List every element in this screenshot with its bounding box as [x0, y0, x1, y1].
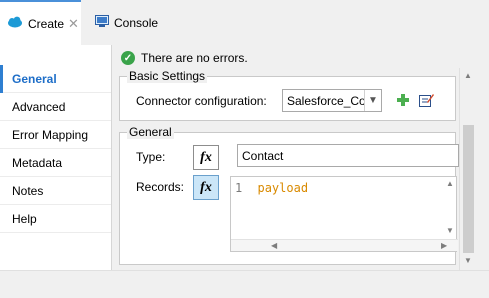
connector-configuration-select[interactable]: Salesforce_Config ▼: [282, 89, 382, 112]
edit-connector-button[interactable]: [417, 91, 435, 109]
scrollbar-thumb[interactable]: [463, 125, 474, 253]
salesforce-cloud-icon: [7, 16, 23, 31]
plus-icon: [397, 94, 409, 106]
connector-configuration-value: Salesforce_Config: [287, 93, 364, 108]
editor-line: 1 payload: [235, 181, 308, 195]
tab-create[interactable]: Create ✕: [0, 0, 81, 45]
connector-configuration-label: Connector configuration:: [136, 94, 267, 108]
console-icon: [95, 14, 109, 31]
editor-vertical-scrollbar[interactable]: ▲ ▼: [444, 177, 456, 237]
tab-console-label: Console: [114, 15, 159, 30]
records-expression-toggle[interactable]: fx: [193, 175, 219, 200]
sidebar-item-metadata[interactable]: Metadata: [0, 149, 111, 177]
scroll-right-icon[interactable]: ▶: [441, 242, 447, 250]
properties-panel: ✓ There are no errors. Basic Settings Co…: [113, 45, 489, 270]
editor-tab-bar: Create ✕ Console: [0, 0, 489, 45]
tab-console[interactable]: Console: [95, 0, 185, 45]
records-label: Records:: [136, 180, 185, 194]
records-expression-editor[interactable]: 1 payload ▲ ▼ ◀ ▶: [230, 176, 458, 252]
type-expression-toggle[interactable]: fx: [193, 145, 219, 170]
tab-create-label: Create: [28, 16, 65, 31]
sidebar-item-notes[interactable]: Notes: [0, 177, 111, 205]
sidebar-item-error-mapping[interactable]: Error Mapping: [0, 121, 111, 149]
scroll-up-icon[interactable]: ▲: [464, 72, 472, 80]
general-title: General: [127, 125, 174, 139]
validation-status: ✓ There are no errors.: [121, 50, 248, 66]
check-circle-icon: ✓: [121, 51, 135, 65]
scroll-down-icon[interactable]: ▼: [464, 257, 472, 265]
scroll-down-icon[interactable]: ▼: [446, 227, 454, 235]
line-number: 1: [235, 181, 243, 195]
scroll-left-icon[interactable]: ◀: [271, 242, 277, 250]
type-label: Type:: [136, 150, 166, 164]
status-message: There are no errors.: [141, 51, 248, 65]
sidebar-item-help[interactable]: Help: [0, 205, 111, 233]
sidebar-item-general[interactable]: General: [0, 65, 111, 93]
chevron-down-icon: ▼: [364, 90, 381, 111]
type-input[interactable]: Contact: [237, 144, 459, 167]
editor-horizontal-scrollbar[interactable]: ◀ ▶: [231, 239, 458, 251]
scroll-up-icon[interactable]: ▲: [446, 180, 454, 188]
sidebar-nav: General Advanced Error Mapping Metadata …: [0, 45, 112, 270]
panel-vertical-scrollbar[interactable]: ▲ ▼: [459, 68, 476, 270]
expression-code: payload: [257, 181, 309, 195]
sidebar-item-advanced[interactable]: Advanced: [0, 93, 111, 121]
bottom-bar: [0, 270, 489, 298]
basic-settings-title: Basic Settings: [127, 69, 208, 83]
edit-icon: [418, 94, 434, 107]
add-connector-button[interactable]: [394, 91, 412, 109]
close-icon[interactable]: ✕: [68, 16, 79, 32]
